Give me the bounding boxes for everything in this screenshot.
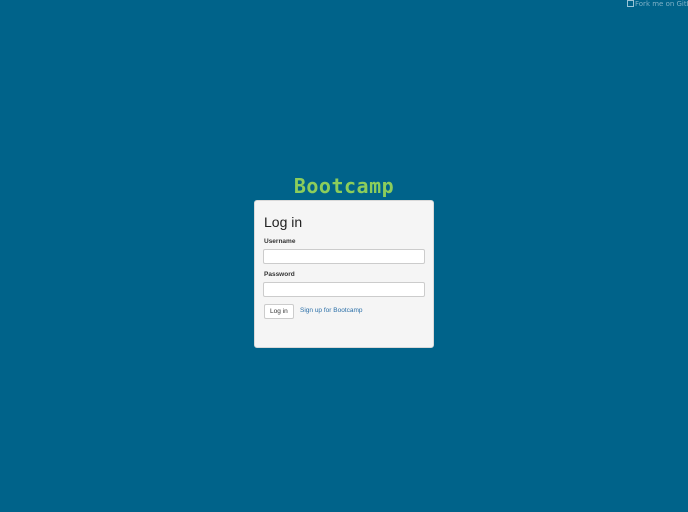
username-input[interactable] <box>263 249 425 264</box>
broken-image-icon <box>627 0 634 7</box>
password-label: Password <box>264 271 295 278</box>
username-label: Username <box>264 238 296 245</box>
page-title: Log in <box>264 214 303 230</box>
bootcamp-logo: Bootcamp <box>293 174 395 198</box>
signup-link[interactable]: Sign up for Bootcamp <box>300 307 363 314</box>
login-card: Log in Username Password Log in Sign up … <box>254 200 434 348</box>
fork-ribbon-alt-text: Fork me on GitHub <box>635 0 688 8</box>
password-input[interactable] <box>263 282 425 297</box>
fork-me-on-github-ribbon[interactable]: Fork me on GitHub <box>627 0 688 9</box>
login-button[interactable]: Log in <box>264 304 294 319</box>
